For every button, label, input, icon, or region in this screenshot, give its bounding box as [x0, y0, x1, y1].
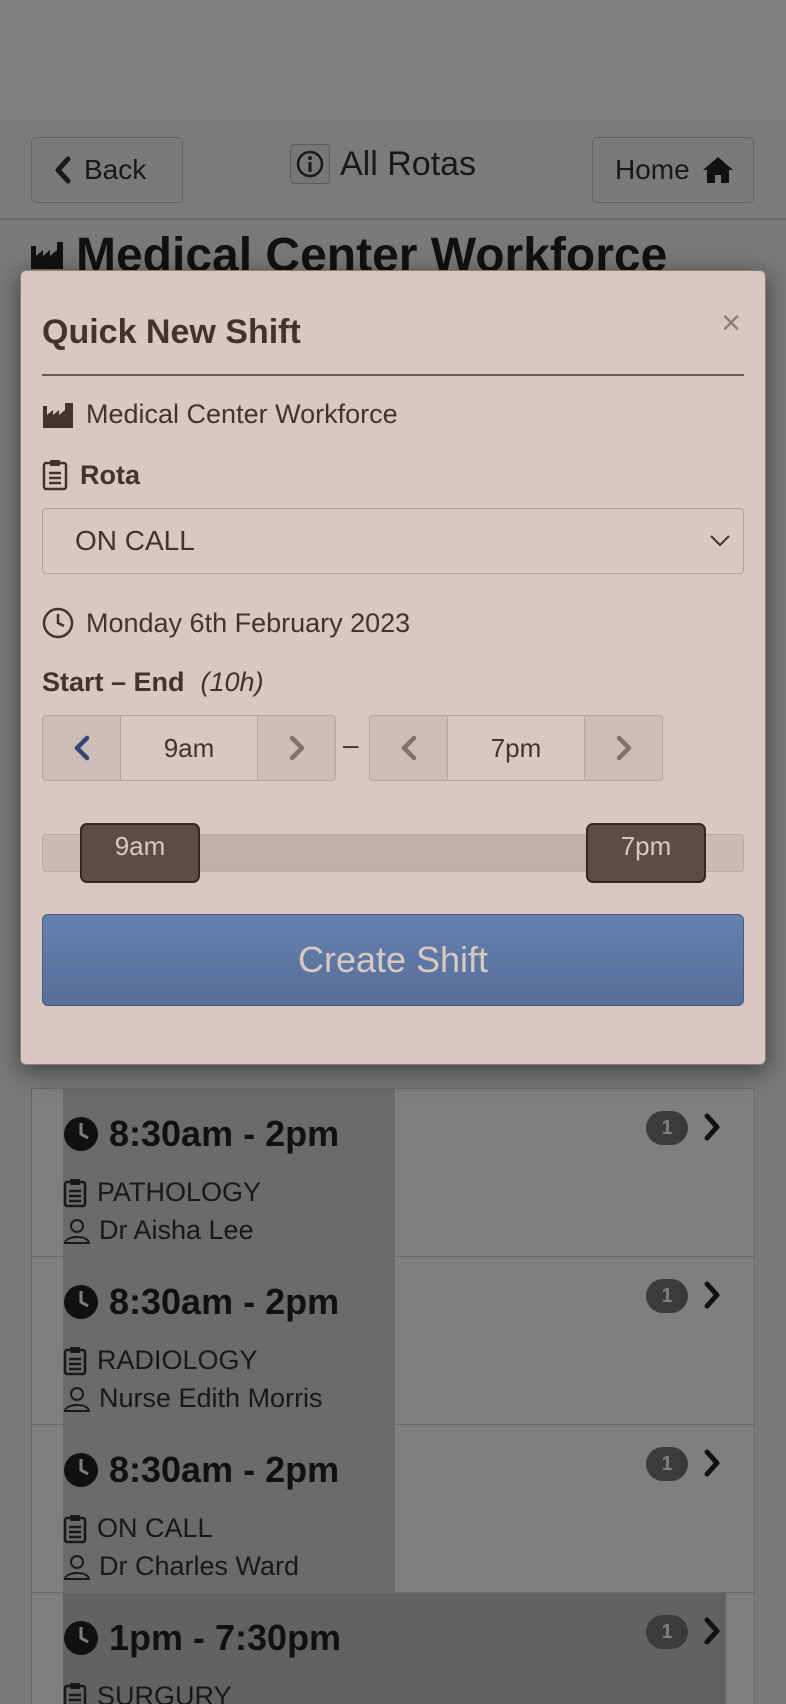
- slider-start-handle[interactable]: 9am: [80, 823, 200, 883]
- divider: [42, 374, 744, 376]
- chevron-down-icon: [709, 534, 731, 548]
- end-time-stepper: 7pm: [369, 715, 663, 781]
- create-shift-button[interactable]: Create Shift: [42, 914, 744, 1006]
- rota-label-row: Rota: [42, 459, 140, 491]
- close-icon[interactable]: ×: [715, 303, 747, 343]
- end-time-prev-button[interactable]: [370, 716, 448, 780]
- start-end-row: Start – End (10h): [42, 667, 264, 698]
- modal-title: Quick New Shift: [42, 313, 301, 351]
- start-time-value: 9am: [121, 716, 257, 780]
- start-time-prev-button[interactable]: [43, 716, 121, 780]
- duration-label: (10h): [200, 667, 264, 697]
- rota-select[interactable]: ON CALL: [42, 508, 744, 574]
- quick-new-shift-modal: Quick New Shift × Medical Center Workfor…: [20, 270, 766, 1065]
- clipboard-icon: [42, 459, 68, 491]
- date-row: Monday 6th February 2023: [42, 607, 410, 639]
- factory-icon: [42, 401, 74, 429]
- start-time-next-button[interactable]: [257, 716, 335, 780]
- end-time-value: 7pm: [448, 716, 584, 780]
- slider-selected-range: [141, 835, 647, 871]
- rota-select-value: ON CALL: [75, 525, 195, 556]
- workforce-name: Medical Center Workforce: [86, 399, 398, 429]
- workforce-row: Medical Center Workforce: [42, 399, 398, 430]
- clock-icon: [42, 607, 74, 639]
- time-separator: –: [343, 729, 359, 760]
- slider-end-handle[interactable]: 7pm: [586, 823, 706, 883]
- start-end-label: Start – End: [42, 667, 185, 697]
- rota-label: Rota: [80, 459, 140, 490]
- end-time-next-button[interactable]: [584, 716, 662, 780]
- shift-date: Monday 6th February 2023: [86, 607, 411, 638]
- start-time-stepper: 9am: [42, 715, 336, 781]
